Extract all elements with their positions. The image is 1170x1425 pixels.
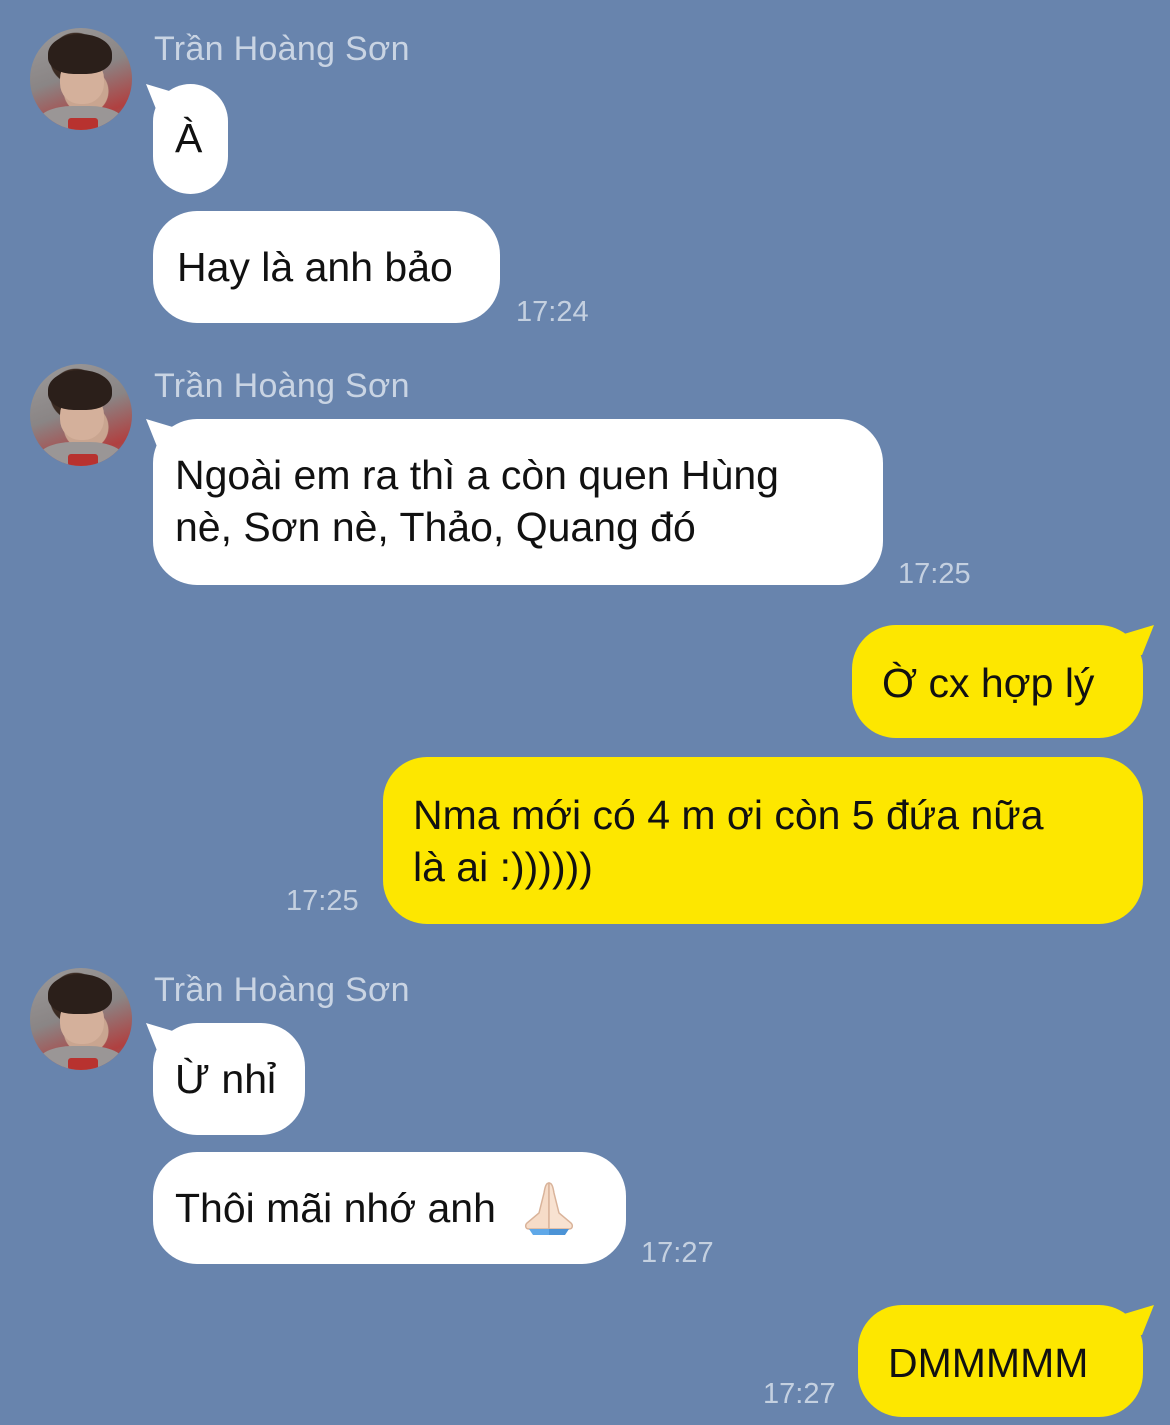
message-text: Ừ nhỉ — [175, 1056, 277, 1102]
message-text: DMMMMM — [888, 1340, 1089, 1386]
sender-avatar[interactable] — [30, 364, 132, 466]
message-bubble-incoming[interactable]: Ngoài em ra thì a còn quen Hùng nè, Sơn … — [153, 419, 883, 585]
message-text-line: là ai :)))))) — [413, 844, 593, 890]
message-bubble-outgoing[interactable]: DMMMMM — [858, 1305, 1143, 1417]
message-bubble-incoming[interactable]: À — [153, 84, 228, 194]
message-text: Ờ cx hợp lý — [882, 660, 1095, 706]
message-bubble-outgoing[interactable]: Ờ cx hợp lý — [852, 625, 1143, 738]
folded-hands-icon — [525, 1182, 574, 1236]
message-timestamp: 17:27 — [763, 1378, 836, 1410]
message-text-line: Nma mới có 4 m ơi còn 5 đứa nữa — [413, 792, 1044, 838]
message-timestamp: 17:25 — [286, 885, 359, 917]
message-bubble-incoming[interactable]: Ừ nhỉ — [153, 1023, 305, 1135]
message-text-line: Ngoài em ra thì a còn quen Hùng — [175, 452, 779, 498]
message-bubble-outgoing[interactable]: Nma mới có 4 m ơi còn 5 đứa nữa là ai :)… — [383, 757, 1143, 924]
message-bubble-incoming[interactable]: Thôi mãi nhớ anh — [153, 1152, 626, 1264]
sender-name: Trần Hoàng Sơn — [154, 971, 410, 1009]
sender-avatar[interactable] — [30, 968, 132, 1070]
message-timestamp: 17:24 — [516, 296, 589, 328]
message-timestamp: 17:27 — [641, 1237, 714, 1269]
message-text: Thôi mãi nhớ anh — [175, 1185, 496, 1231]
sender-avatar[interactable] — [30, 28, 132, 130]
message-timestamp: 17:25 — [898, 558, 971, 590]
sender-name: Trần Hoàng Sơn — [154, 367, 410, 405]
message-text: Hay là anh bảo — [177, 244, 453, 290]
message-text: À — [175, 115, 203, 161]
message-text-line: nè, Sơn nè, Thảo, Quang đó — [175, 504, 696, 550]
message-bubble-incoming[interactable]: Hay là anh bảo — [153, 211, 500, 323]
sender-name: Trần Hoàng Sơn — [154, 30, 410, 68]
